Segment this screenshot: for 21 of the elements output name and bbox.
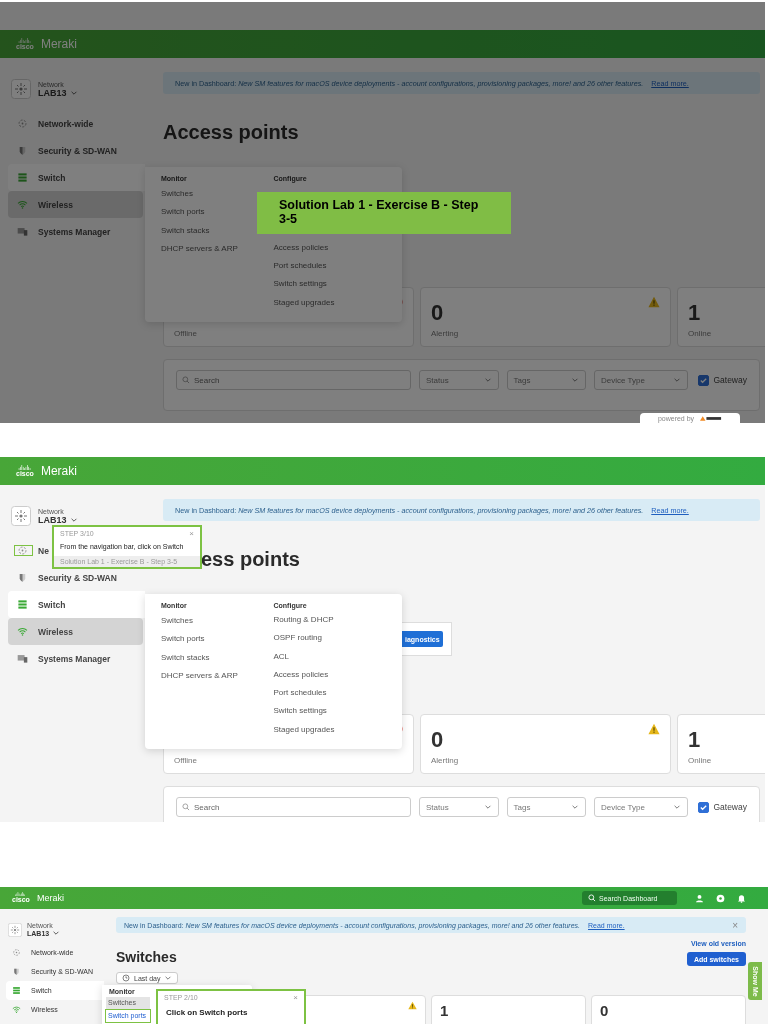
page-title: Access points bbox=[163, 120, 299, 145]
checkbox-label: Gateway bbox=[713, 375, 747, 385]
stat-value: 1 bbox=[688, 301, 701, 325]
brand-name: Meraki bbox=[36, 893, 64, 903]
stat-label: Offline bbox=[174, 756, 197, 765]
page-title: Switches bbox=[116, 948, 177, 966]
stat-value: 1 bbox=[440, 1002, 449, 1020]
stat-label: Alerting bbox=[431, 329, 459, 338]
stat-value: 0 bbox=[431, 301, 444, 325]
stat-value: 1 bbox=[688, 728, 701, 752]
step-title: Solution Lab 1 - Exercise B - Step 3-5 bbox=[257, 192, 511, 234]
brand-name: Meraki bbox=[40, 37, 77, 51]
checkbox-label: Gateway bbox=[713, 802, 747, 812]
stat-value: 0 bbox=[600, 1002, 609, 1020]
brand-name: Meraki bbox=[40, 464, 77, 478]
stat-value: 0 bbox=[431, 728, 444, 752]
page-title: ess points bbox=[201, 547, 300, 572]
stat-label: Online bbox=[688, 756, 712, 765]
stat-label: Alerting bbox=[431, 756, 459, 765]
stat-label: Offline bbox=[174, 329, 197, 338]
step-instruction: Click on Switch ports bbox=[165, 1007, 249, 1019]
